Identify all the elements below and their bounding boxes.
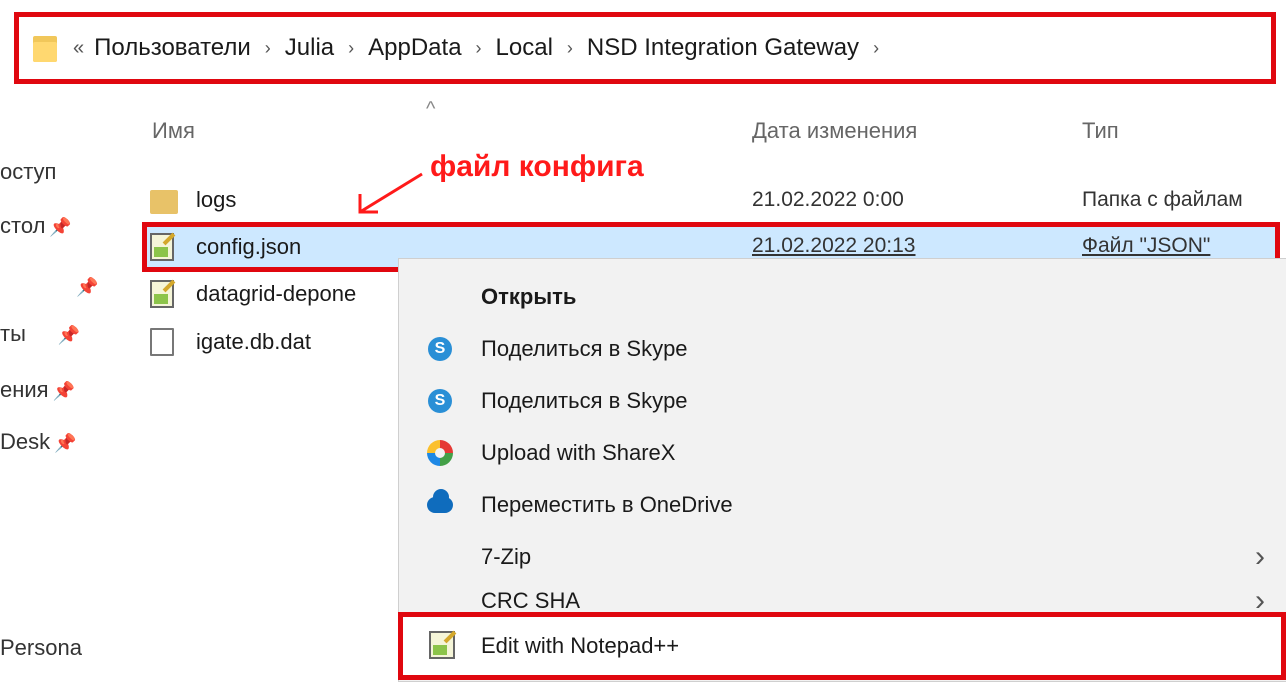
sidebar-item-desk[interactable]: Desk 📌 xyxy=(0,429,77,455)
breadcrumb-overflow-chevron[interactable]: « xyxy=(73,37,84,60)
breadcrumb-local[interactable]: Local xyxy=(496,34,553,62)
chevron-right-icon: › xyxy=(1255,540,1265,573)
file-type: Папка с файлам xyxy=(1082,188,1243,211)
breadcrumb-separator-icon[interactable]: › xyxy=(476,38,482,59)
breadcrumb-users[interactable]: Пользователи xyxy=(94,34,251,62)
file-date: 21.02.2022 20:13 xyxy=(752,234,916,257)
notepad-icon xyxy=(150,280,174,308)
pin-icon: 📌 xyxy=(52,381,76,401)
document-icon xyxy=(150,328,174,356)
sidebar-item-quick-access[interactable]: оступ xyxy=(0,159,56,185)
menu-item-open[interactable]: Открыть xyxy=(399,271,1286,323)
menu-item-move-onedrive[interactable]: Переместить в OneDrive xyxy=(399,479,1286,531)
sidebar-item-images[interactable]: ения 📌 xyxy=(0,377,75,403)
sidebar-item-pinned[interactable]: 📌 xyxy=(72,273,98,299)
breadcrumb-separator-icon[interactable]: › xyxy=(567,38,573,59)
menu-item-share-skype[interactable]: S Поделиться в Skype xyxy=(399,323,1286,375)
pin-icon: 📌 xyxy=(54,433,77,453)
pin-icon: 📌 xyxy=(57,325,81,345)
breadcrumb-separator-icon[interactable]: › xyxy=(873,38,879,59)
column-header-type[interactable]: Тип xyxy=(1082,118,1119,144)
pin-icon: 📌 xyxy=(76,277,99,297)
breadcrumb-julia[interactable]: Julia xyxy=(285,34,334,62)
file-name: config.json xyxy=(196,234,302,259)
breadcrumb-appdata[interactable]: AppData xyxy=(368,34,461,62)
sidebar-item-documents[interactable]: ты 📌 xyxy=(0,321,80,347)
breadcrumb-separator-icon[interactable]: › xyxy=(348,38,354,59)
onedrive-icon xyxy=(427,489,453,513)
sidebar-item-personal[interactable]: Persona xyxy=(0,635,82,661)
folder-icon xyxy=(150,186,178,214)
navigation-pane: оступ стол 📌 📌 ты 📌 ения 📌 Desk 📌 Persona xyxy=(0,95,130,680)
column-header-date[interactable]: Дата изменения xyxy=(752,118,917,144)
address-bar[interactable]: « Пользователи › Julia › AppData › Local… xyxy=(14,12,1276,84)
sidebar-item-desktop[interactable]: стол 📌 xyxy=(0,213,72,239)
notepad-icon xyxy=(150,233,174,261)
breadcrumb-nsd-integration-gateway[interactable]: NSD Integration Gateway xyxy=(587,34,859,62)
file-name: logs xyxy=(196,187,237,212)
menu-item-share-skype[interactable]: S Поделиться в Skype xyxy=(399,375,1286,427)
file-type: Файл "JSON" xyxy=(1082,234,1211,257)
skype-icon: S xyxy=(428,337,452,361)
annotation-arrow-icon xyxy=(358,172,423,214)
file-name: igate.db.dat xyxy=(196,329,311,354)
file-name: datagrid-depone xyxy=(196,281,357,306)
skype-icon: S xyxy=(428,389,452,413)
menu-item-upload-sharex[interactable]: Upload with ShareX xyxy=(399,427,1286,479)
column-header-name[interactable]: Имя xyxy=(152,118,195,144)
folder-icon xyxy=(33,34,57,62)
breadcrumb-separator-icon[interactable]: › xyxy=(265,38,271,59)
file-row[interactable]: logs xyxy=(150,180,236,220)
file-row-selected[interactable]: config.json xyxy=(150,227,301,267)
sharex-icon xyxy=(427,440,453,466)
menu-item-edit-notepad-plus-plus[interactable]: Edit with Notepad++ xyxy=(398,612,1286,680)
annotation-label: файл конфига xyxy=(430,150,644,183)
file-row[interactable]: igate.db.dat xyxy=(150,322,311,362)
pin-icon: 📌 xyxy=(49,217,72,237)
file-row[interactable]: datagrid-depone xyxy=(150,274,356,314)
file-date: 21.02.2022 0:00 xyxy=(752,188,904,211)
notepad-plus-plus-icon xyxy=(429,631,455,659)
sort-ascending-icon: ^ xyxy=(426,98,436,120)
